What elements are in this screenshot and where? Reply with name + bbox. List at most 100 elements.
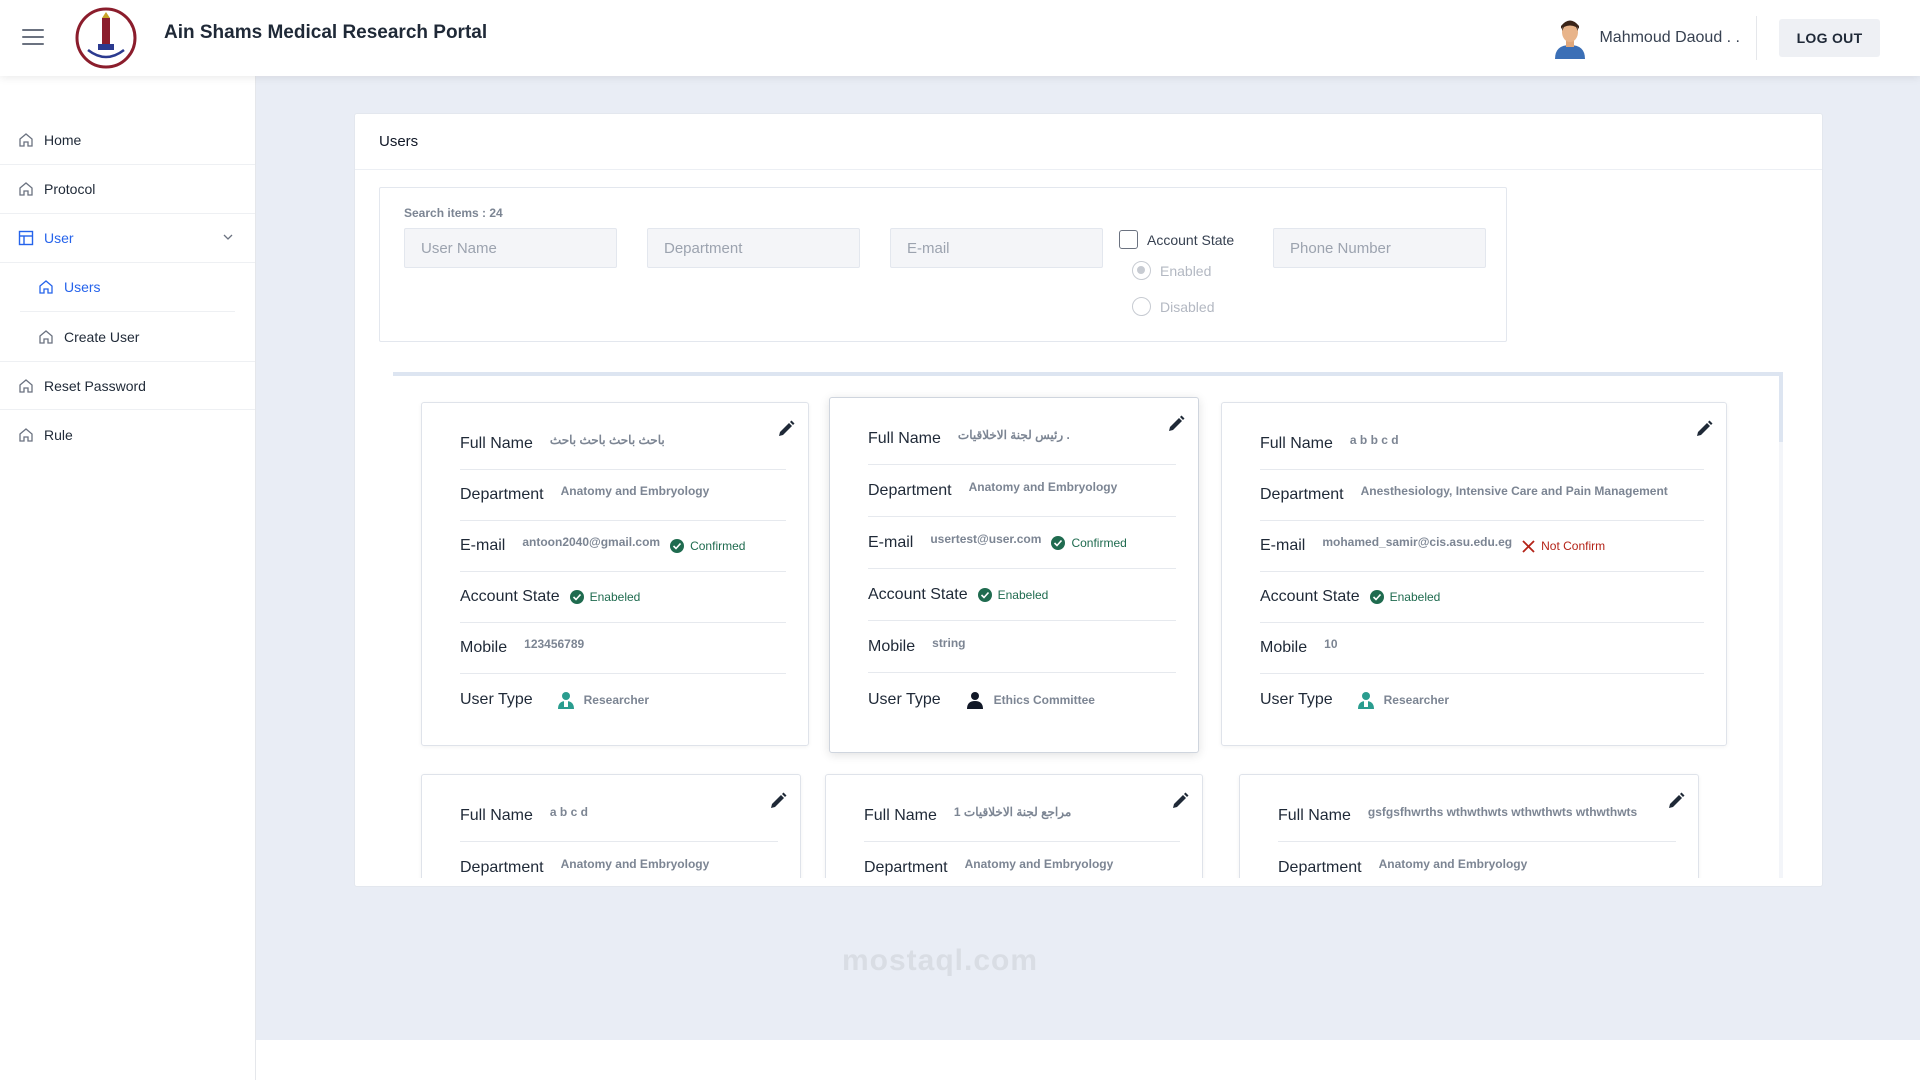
home-icon [19, 133, 33, 147]
email-filter[interactable] [890, 228, 1103, 268]
filter-box: Search items : 24 Account State Enabled … [379, 187, 1507, 342]
field-label: Mobile [460, 639, 508, 656]
enabled-radio-label: Enabled [1160, 263, 1212, 279]
account-state-row: Account State Enabeled [460, 572, 786, 623]
user-type-text: Researcher [583, 692, 650, 707]
watermark: mostaql.com [842, 944, 1039, 977]
user-type-text: Researcher [1383, 692, 1450, 707]
field-label: E-mail [1260, 537, 1306, 554]
field-label: Department [460, 858, 544, 876]
user-cards-list[interactable]: Full Name باحث باحث باحث باحث Department A… [393, 372, 1783, 878]
users-panel: Users Search items : 24 Account State En… [354, 113, 1823, 887]
department-row: Department Anatomy and Embryology [868, 466, 1176, 517]
check-circle-icon [1051, 536, 1066, 550]
full-name-value: a b b c d [1349, 433, 1399, 447]
field-label: E-mail [460, 537, 506, 554]
department-row: Department Anatomy and Embryology [864, 842, 1180, 878]
field-label: Full Name [868, 430, 941, 447]
check-circle-icon [569, 590, 584, 604]
scrollbar-thumb[interactable] [1779, 376, 1783, 442]
home-icon [39, 329, 53, 344]
full-name-value: رئيس لجنة الاخلاقيات . [957, 428, 1070, 442]
email-status-badge: Confirmed [670, 539, 745, 553]
email-status-text: Not Confirm [1541, 539, 1606, 553]
department-row: Department Anatomy and Embryology [460, 842, 778, 878]
page-title: Users [355, 114, 1822, 170]
home-icon [19, 182, 33, 196]
department-row: Department Anesthesiology, Intensive Care… [1260, 470, 1704, 521]
sidebar-item-home[interactable]: Home [0, 116, 255, 165]
department-filter[interactable] [647, 228, 860, 268]
account-state-badge: Enabeled [977, 588, 1049, 602]
sidebar-nav: Home Protocol User Users Create User Res… [0, 116, 255, 459]
sidebar-item-reset-password[interactable]: Reset Password [0, 361, 255, 410]
department-value: Anatomy and Embryology [560, 484, 710, 498]
email-value: antoon2040@gmail.com [522, 535, 661, 549]
user-card: Full Name مراجع لجنة الاخلاقيات 1 Departm… [825, 774, 1203, 878]
user-card: Full Name a b c d Department Anatomy and E… [421, 774, 801, 878]
scrollbar[interactable] [1779, 376, 1783, 878]
field-label: Department [460, 486, 544, 503]
home-icon [39, 280, 53, 294]
sidebar-item-rule[interactable]: Rule [0, 410, 255, 459]
footer [256, 1040, 1920, 1080]
top-header: Ain Shams Medical Research Portal Mahmou… [0, 0, 1920, 76]
email-value: usertest@user.com [930, 532, 1042, 546]
field-label: E-mail [868, 534, 914, 551]
logout-button[interactable]: LOG OUT [1779, 19, 1880, 57]
email-row: E-mail antoon2040@gmail.com Confirmed [460, 521, 786, 572]
full-name-row: Full Name رئيس لجنة الاخلاقيات . [868, 414, 1176, 465]
home-icon [19, 427, 33, 442]
department-value: Anatomy and Embryology [560, 856, 710, 871]
check-circle-icon [670, 539, 685, 553]
field-label: Full Name [460, 807, 533, 824]
check-circle-icon [1369, 590, 1384, 604]
field-label: User Type [460, 690, 533, 708]
disabled-radio-label: Disabled [1160, 299, 1215, 315]
email-status-text: Confirmed [690, 539, 746, 553]
researcher-icon [1357, 691, 1374, 709]
header-divider [1756, 16, 1757, 60]
researcher-icon [557, 691, 574, 709]
field-label: Account State [1260, 588, 1360, 605]
account-state-label: Account State [1147, 232, 1235, 248]
user-type-row: User Type Researcher [1260, 674, 1704, 725]
sidebar-item-users[interactable]: Users [20, 263, 235, 312]
sidebar-item-label: User [44, 230, 74, 246]
account-state-row: Account State Enabeled [1260, 572, 1704, 623]
account-state-text: Enabeled [589, 590, 641, 604]
menu-icon[interactable] [22, 29, 44, 47]
account-state-text: Enabeled [997, 588, 1049, 602]
field-label: Department [864, 858, 948, 876]
department-row: Department Anatomy and Embryology [1278, 842, 1676, 878]
account-state-row: Account State Enabeled [868, 570, 1176, 621]
home-icon [19, 378, 33, 393]
department-value: Anatomy and Embryology [1378, 856, 1528, 871]
field-label: Department [1260, 486, 1344, 503]
user-card: Full Name باحث باحث باحث باحث Department A… [421, 402, 809, 746]
sidebar-item-label: Rule [44, 426, 73, 443]
table-icon [18, 230, 34, 246]
chevron-down-icon[interactable] [223, 232, 233, 242]
sidebar-item-protocol[interactable]: Protocol [0, 165, 255, 214]
email-status-text: Confirmed [1071, 536, 1127, 550]
department-value: Anesthesiology, Intensive Care and Pain … [1360, 484, 1668, 498]
user-card: Full Name رئيس لجنة الاخلاقيات . Departme… [829, 397, 1199, 753]
sidebar-item-create-user[interactable]: Create User [20, 312, 235, 361]
enabled-radio[interactable] [1132, 261, 1151, 280]
full-name-value: gsfgsfhwrths wthwthwts wthwthwts wthwthw… [1367, 805, 1638, 819]
user-type-row: User Type Ethics Committee [868, 674, 1176, 725]
user-type-value: Researcher [1357, 691, 1450, 709]
disabled-radio[interactable] [1132, 297, 1151, 316]
account-state-checkbox[interactable] [1119, 230, 1138, 249]
user-type-text: Ethics Committee [993, 692, 1095, 707]
sidebar-item-user[interactable]: User [0, 214, 255, 263]
user-card: Full Name gsfgsfhwrths wthwthwts wthwthwt… [1239, 774, 1699, 878]
sidebar: Home Protocol User Users Create User Res… [0, 76, 256, 1080]
user-menu[interactable]: Mahmoud Daoud . . [1551, 16, 1740, 60]
mobile-value: 123456789 [524, 637, 585, 651]
user-name-filter[interactable] [404, 228, 617, 268]
phone-filter[interactable] [1273, 228, 1486, 268]
field-label: Full Name [460, 435, 533, 452]
field-label: Department [1278, 858, 1362, 876]
